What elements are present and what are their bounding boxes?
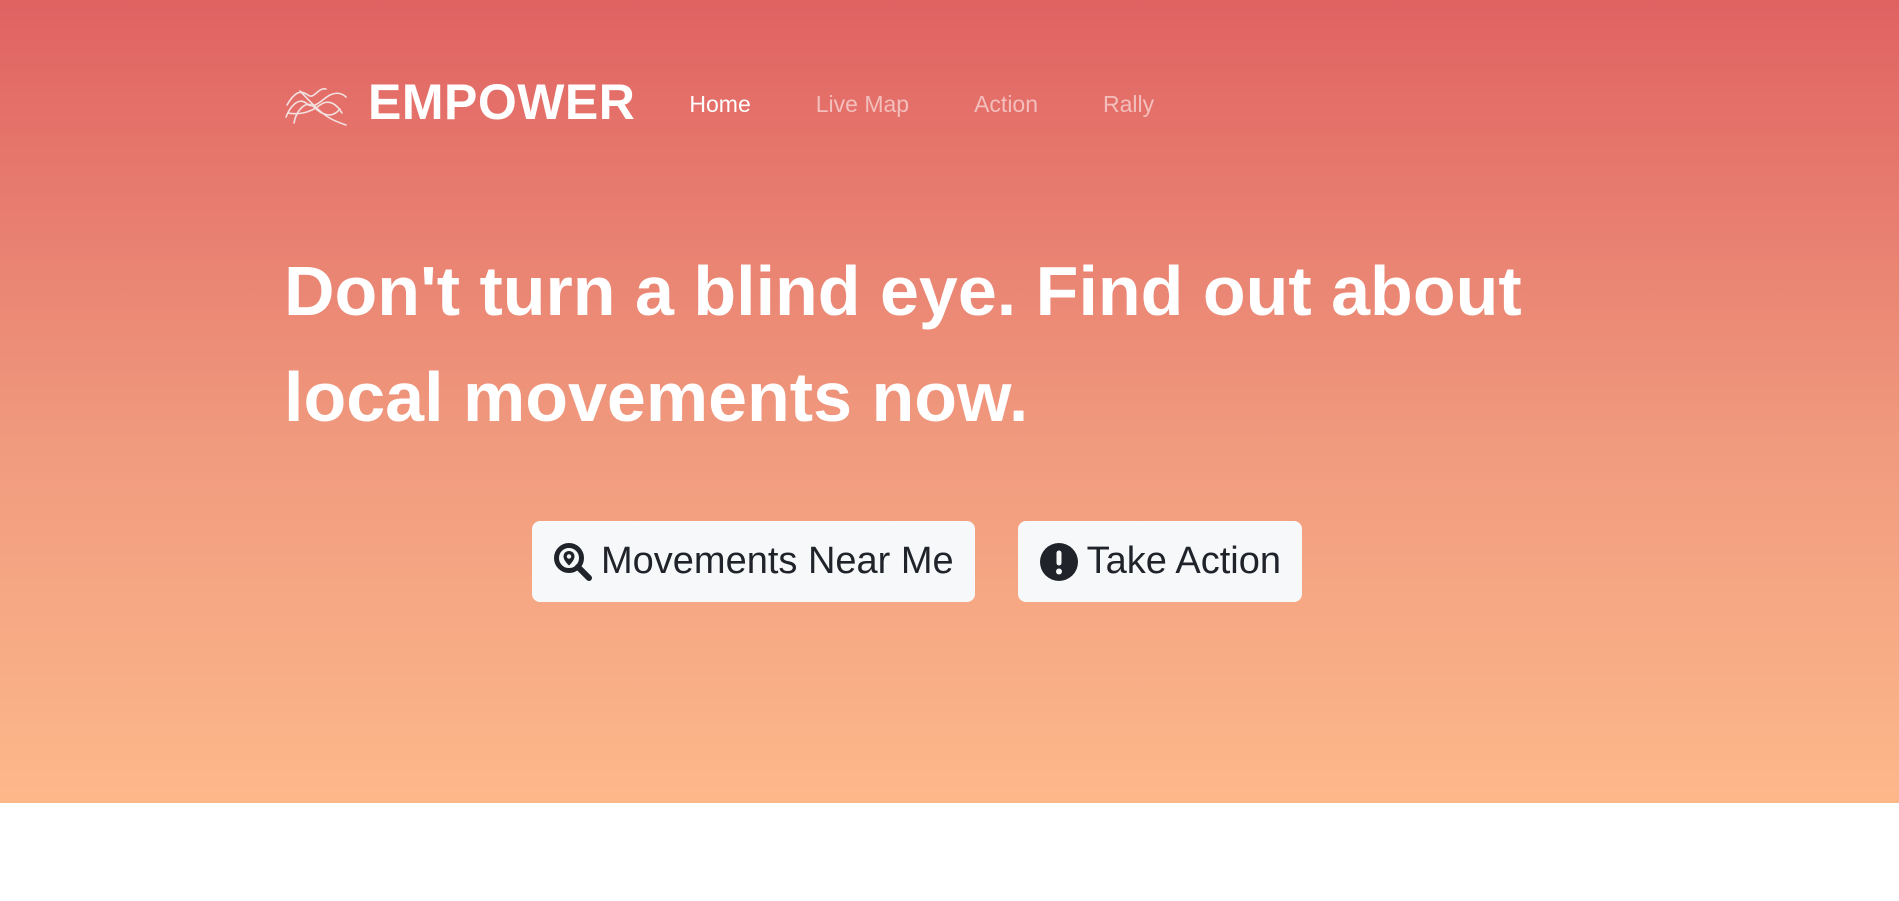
navbar: EMPOWER Home Live Map Action Rally (284, 70, 1219, 134)
nav-item-home[interactable]: Home (689, 91, 750, 118)
brand-name: EMPOWER (368, 74, 636, 130)
nav-links: Home Live Map Action Rally (689, 91, 1219, 118)
take-action-button[interactable]: Take Action (1017, 521, 1303, 602)
nav-item-live-map[interactable]: Live Map (816, 91, 909, 118)
hero-section: EMPOWER Home Live Map Action Rally Don't… (0, 0, 1899, 803)
scribble-logo-icon (284, 77, 348, 127)
nav-item-action[interactable]: Action (974, 91, 1038, 118)
take-action-label: Take Action (1086, 540, 1282, 582)
exclamation-circle-icon (1039, 542, 1079, 582)
movements-near-me-button[interactable]: Movements Near Me (532, 521, 975, 602)
brand-link[interactable]: EMPOWER (284, 73, 635, 131)
hero-actions: Movements Near Me Take Action (532, 521, 1303, 602)
nav-item-rally[interactable]: Rally (1103, 91, 1154, 118)
hero-headline: Don't turn a blind eye. Find out about l… (284, 252, 1522, 436)
search-location-icon (553, 542, 593, 582)
movements-near-me-label: Movements Near Me (601, 540, 954, 582)
